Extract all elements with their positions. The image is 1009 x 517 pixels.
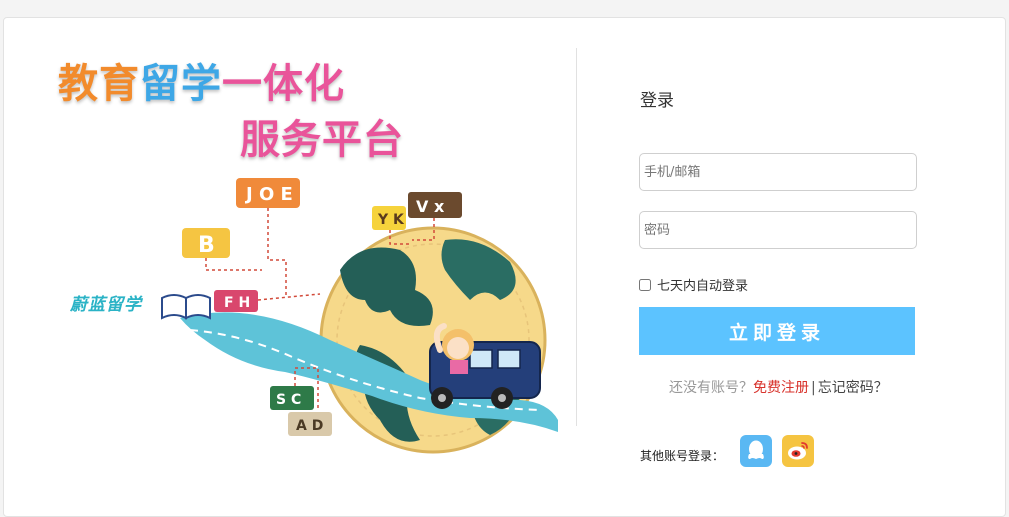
vertical-divider — [576, 48, 577, 426]
qq-icon — [748, 440, 764, 459]
weibo-icon — [788, 442, 808, 460]
svg-text:B: B — [198, 233, 215, 258]
no-account-text: 还没有账号？ — [669, 380, 753, 396]
svg-text:V x: V x — [416, 197, 445, 216]
remember-me-label: 七天内自动登录 — [657, 279, 749, 294]
forgot-password-link[interactable]: 忘记密码？ — [818, 380, 888, 396]
qq-login-button[interactable] — [740, 435, 772, 467]
login-title: 登录 — [640, 91, 674, 111]
register-link[interactable]: 免费注册 — [753, 380, 809, 396]
password-input[interactable] — [639, 211, 917, 249]
remember-me-row[interactable]: 七天内自动登录 — [639, 275, 748, 294]
globe-road-bus-icon: J O E R B F H Y K V x S C A D — [161, 178, 558, 454]
register-line: 还没有账号？免费注册 | 忘记密码？ — [669, 377, 888, 397]
svg-text:J O E R: J O E R — [244, 184, 313, 205]
svg-text:F H: F H — [224, 295, 250, 311]
remember-me-checkbox[interactable] — [639, 278, 651, 291]
link-separator: | — [811, 380, 816, 396]
other-login-label: 其他账号登录： — [640, 449, 725, 463]
brand-text: 蔚蓝留学 — [70, 295, 142, 315]
login-submit-button[interactable]: 立即登录 — [639, 307, 915, 355]
weibo-login-button[interactable] — [782, 435, 814, 467]
svg-text:Y K: Y K — [377, 212, 405, 228]
svg-text:A D: A D — [296, 418, 323, 434]
hero-illustration-area: 教育留学一体化 服务平台 J O E R B F H Y K V x S C A… — [0, 0, 576, 506]
svg-text:S C: S C — [276, 392, 301, 408]
username-input[interactable] — [639, 153, 917, 191]
